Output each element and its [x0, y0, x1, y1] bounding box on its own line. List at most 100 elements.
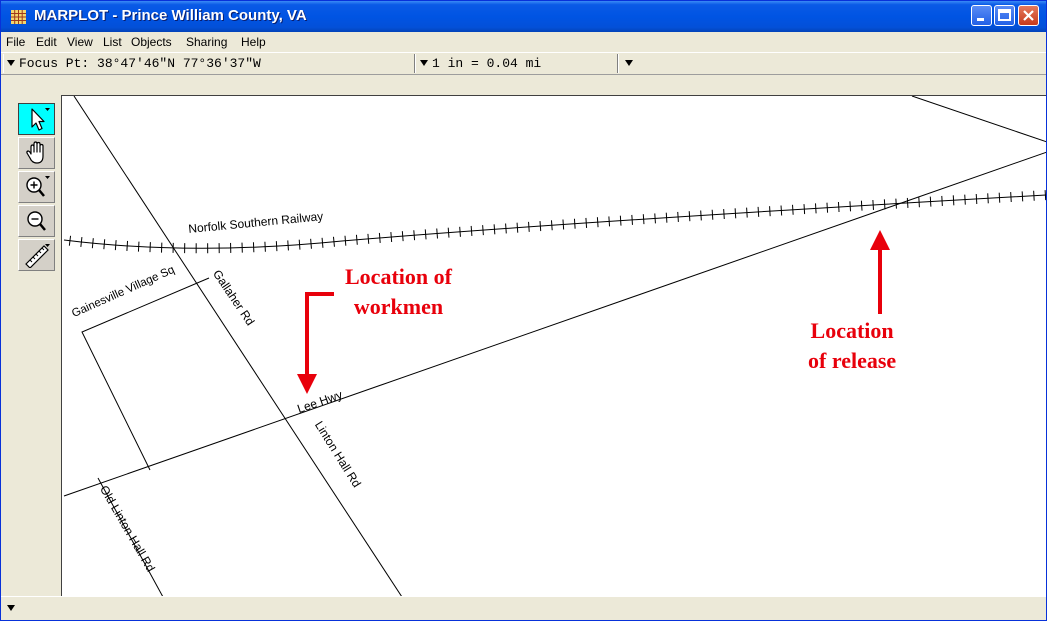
railway-tie [550, 220, 553, 231]
dropdown-arrow-icon [625, 60, 633, 67]
menu-view[interactable]: View [67, 35, 93, 49]
minimize-icon [977, 18, 984, 21]
app-grid-icon [11, 10, 26, 24]
railway-tie [803, 204, 806, 215]
railway-tie [528, 221, 530, 232]
workmen-annotation-line-2: workmen [353, 294, 444, 319]
railway-tie [688, 211, 691, 222]
menu-sharing[interactable]: Sharing [186, 35, 227, 49]
hand-tool-button[interactable] [18, 137, 55, 169]
menu-list[interactable]: List [103, 35, 122, 49]
scale-text: 1 in = 0.04 mi [432, 56, 542, 71]
railway-tie [332, 236, 335, 247]
railway-tie [757, 206, 760, 217]
menu-objects[interactable]: Objects [131, 35, 172, 49]
railway-tie [413, 230, 416, 241]
zoom-out-tool-button[interactable] [18, 205, 55, 237]
railway-tie [826, 202, 829, 213]
workmen-annotation-line-1: Location of [345, 264, 452, 289]
railway-tie [585, 217, 588, 228]
railway-tie [619, 215, 622, 226]
railway-tie [355, 234, 358, 245]
railway-tie [596, 217, 599, 228]
arrow-tool-button[interactable] [18, 103, 55, 135]
title-bar[interactable]: MARPLOT - Prince William County, VA [1, 1, 1046, 32]
railway-tie [470, 225, 473, 236]
workmen-annotation: Location of workmen [345, 262, 452, 322]
coordinates-bar: Focus Pt: 38°47′46″N 77°36′37″W 1 in = 0… [1, 52, 1046, 75]
maximize-button[interactable] [994, 5, 1015, 26]
railway-tie [929, 196, 932, 207]
options-dropdown[interactable] [618, 54, 640, 73]
railway-tie [68, 235, 72, 246]
railway-tie [298, 239, 301, 250]
railway-tie [482, 225, 484, 236]
bottom-status-bar [1, 596, 1046, 620]
railway-tie [91, 238, 94, 249]
close-icon [1023, 10, 1034, 21]
railway-tie [401, 231, 404, 242]
railway-tie [137, 241, 140, 252]
railway-tie [987, 193, 989, 204]
window-title: MARPLOT - Prince William County, VA [34, 7, 307, 24]
tool-palette [1, 95, 61, 595]
railway-tie [734, 208, 737, 219]
railway-tie [883, 199, 886, 210]
railway-tie [711, 209, 714, 220]
dropdown-arrow-icon[interactable] [7, 605, 15, 611]
railway-tie [906, 197, 909, 208]
focus-point-text: Focus Pt: 38°47′46″N 77°36′37″W [19, 56, 261, 71]
release-arrowhead [870, 230, 890, 250]
railway-tie [792, 204, 794, 215]
railway-tie [287, 240, 289, 251]
railway-tie [275, 241, 278, 252]
railway-tie [631, 214, 633, 225]
railway-tie [367, 233, 370, 244]
railway-tie [677, 211, 679, 222]
focus-point-dropdown[interactable]: Focus Pt: 38°47′46″N 77°36′37″W [3, 54, 415, 73]
arrow-icon [30, 108, 50, 131]
railway-tie [390, 231, 393, 243]
railway-tie [539, 221, 542, 232]
release-annotation-line-2: of release [808, 348, 897, 373]
workmen-arrowhead [297, 374, 317, 394]
railway-tie [952, 195, 955, 206]
scale-dropdown[interactable]: 1 in = 0.04 mi [415, 54, 618, 73]
workmen-arrow [305, 292, 334, 379]
railway-tie [700, 210, 702, 221]
railway-tie [516, 222, 519, 233]
close-button[interactable] [1018, 5, 1039, 26]
ruler-icon [24, 244, 50, 268]
railway-tie [665, 212, 668, 223]
hand-icon [25, 141, 44, 164]
railway-tie [642, 214, 645, 225]
railway-tie [654, 213, 656, 224]
railway-tie [860, 200, 863, 211]
railway-tie [975, 193, 978, 205]
railway-tie [895, 198, 897, 209]
map-canvas [63, 96, 1046, 596]
zoom-in-tool-button[interactable] [18, 171, 55, 203]
railway-tie [918, 197, 920, 208]
zoom-out-icon [26, 211, 46, 231]
railway-tie [1021, 191, 1024, 202]
menu-help[interactable]: Help [241, 35, 266, 49]
railway-tie [1033, 190, 1035, 201]
railway-tie [459, 226, 461, 237]
railway-tie [562, 219, 565, 230]
minimize-button[interactable] [971, 5, 992, 26]
menu-file[interactable]: File [6, 35, 25, 49]
maximize-icon [998, 9, 1011, 21]
railway-tie [493, 224, 496, 235]
railway-tie [746, 207, 748, 218]
railway-tie [723, 209, 725, 220]
menu-edit[interactable]: Edit [36, 35, 57, 49]
railway-tie [344, 235, 347, 246]
ruler-tool-button[interactable] [18, 239, 55, 271]
railway-tie [941, 195, 943, 206]
railway-tie [505, 223, 507, 234]
northeast-road-line [911, 96, 1046, 143]
railway-tie [964, 194, 966, 205]
map-view[interactable]: Norfolk Southern Railway Gainesville Vil… [61, 95, 1046, 596]
railway-tie [998, 192, 1001, 203]
